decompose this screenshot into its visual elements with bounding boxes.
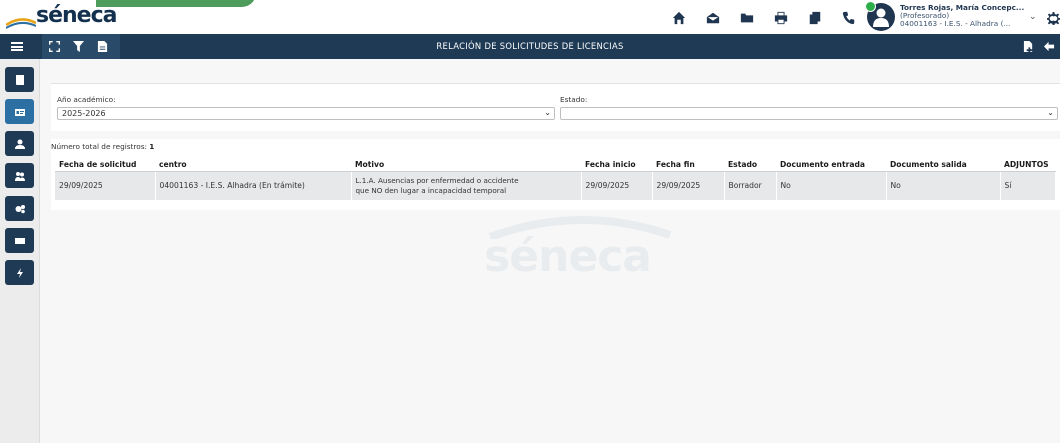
home-icon[interactable] <box>666 6 692 30</box>
watermark-text: séneca <box>484 231 652 282</box>
column-header[interactable]: Estado <box>724 158 776 172</box>
cell-fecha-solicitud: 29/09/2025 <box>55 171 156 200</box>
nav-right-tools <box>1018 34 1060 59</box>
cell-fecha-fin: 29/09/2025 <box>652 171 725 200</box>
motivo-line: L.1.A. Ausencias por enfermedad o accide… <box>355 175 519 185</box>
user-menu-chevron-icon[interactable]: ⌄ <box>1029 12 1037 22</box>
print-icon[interactable] <box>768 6 794 30</box>
cell-fecha-inicio: 29/09/2025 <box>581 171 653 200</box>
cell-adjuntos: Sí <box>1000 171 1056 200</box>
records-count-value: 1 <box>149 142 155 151</box>
cell-documento-entrada: No <box>776 171 887 200</box>
column-header[interactable]: Fecha de solicitud <box>55 158 155 172</box>
records-count: Número total de registros: 1 <box>51 142 154 151</box>
top-toolbar <box>666 6 870 30</box>
users-icon[interactable] <box>5 163 34 188</box>
book-icon[interactable] <box>5 67 34 92</box>
column-header[interactable]: ADJUNTOS <box>1000 158 1056 172</box>
column-header[interactable]: Fecha inicio <box>581 158 652 172</box>
academic-year-select[interactable]: 2025-2026 ⌄ <box>57 107 555 120</box>
chevron-down-icon: ⌄ <box>544 108 551 117</box>
logo-text: séneca <box>36 3 117 28</box>
main-navbar: RELACIÓN DE SOLICITUDES DE LICENCIAS <box>0 34 1060 59</box>
cell-estado: Borrador <box>724 171 777 200</box>
main-content: séneca Año académico: 2025-2026 ⌄ Estado… <box>40 59 1060 443</box>
settings-gear-icon[interactable] <box>1047 10 1060 25</box>
user-avatar[interactable] <box>865 1 895 31</box>
licenses-table: Fecha de solicitud centro Motivo Fecha i… <box>55 158 1056 200</box>
column-header[interactable]: Documento entrada <box>776 158 886 172</box>
chevron-down-icon: ⌄ <box>1047 108 1054 117</box>
user-silhouette-icon <box>873 8 889 27</box>
academic-year-label: Año académico: <box>57 95 116 104</box>
table-header-row: Fecha de solicitud centro Motivo Fecha i… <box>55 158 1056 172</box>
records-count-label: Número total de registros: <box>51 142 147 151</box>
seneca-watermark: séneca <box>480 209 680 289</box>
folder-icon[interactable] <box>734 6 760 30</box>
records-panel: Número total de registros: 1 Fecha de so… <box>51 139 1060 210</box>
user-icon[interactable] <box>5 131 34 156</box>
phone-icon[interactable] <box>836 6 862 30</box>
seneca-logo[interactable]: séneca <box>6 0 256 31</box>
left-sidebar <box>0 59 40 443</box>
envelope-icon[interactable] <box>5 228 34 253</box>
status-select[interactable]: ⌄ <box>560 107 1058 120</box>
motivo-line: que NO den lugar a incapacidad temporal <box>355 185 507 195</box>
column-header[interactable]: Documento salida <box>886 158 1000 172</box>
top-header: séneca Torres Rojas, María Concepc... (P… <box>0 0 1060 34</box>
page-title: RELACIÓN DE SOLICITUDES DE LICENCIAS <box>436 41 624 51</box>
column-header[interactable]: Fecha fin <box>652 158 724 172</box>
academic-year-value: 2025-2026 <box>62 109 106 118</box>
column-header[interactable]: Motivo <box>351 158 581 172</box>
cell-centro: 04001163 - I.E.S. Alhadra (En trámite) <box>155 171 352 200</box>
bolt-icon[interactable] <box>5 260 34 285</box>
table-row[interactable]: 29/09/2025 04001163 - I.E.S. Alhadra (En… <box>55 171 1056 200</box>
user-centro: 04001163 - I.E.S. - Alhadra (... <box>900 19 1011 28</box>
column-header[interactable]: centro <box>155 158 351 172</box>
logo-swoosh-icon <box>6 18 36 29</box>
copy-icon[interactable] <box>802 6 828 30</box>
status-label: Estado: <box>560 95 588 104</box>
cogs-icon[interactable] <box>5 196 34 221</box>
logo-green-band <box>96 0 256 7</box>
new-document-icon[interactable] <box>1018 34 1039 59</box>
filter-panel: Año académico: 2025-2026 ⌄ Estado: ⌄ <box>51 83 1060 131</box>
mail-icon[interactable] <box>700 6 726 30</box>
back-arrow-icon[interactable] <box>1039 34 1060 59</box>
user-info[interactable]: Torres Rojas, María Concepc... (Profesor… <box>900 4 1050 28</box>
id-card-icon[interactable] <box>5 99 34 124</box>
cell-motivo: L.1.A. Ausencias por enfermedad o accide… <box>351 171 582 200</box>
cell-documento-salida: No <box>886 171 1001 200</box>
